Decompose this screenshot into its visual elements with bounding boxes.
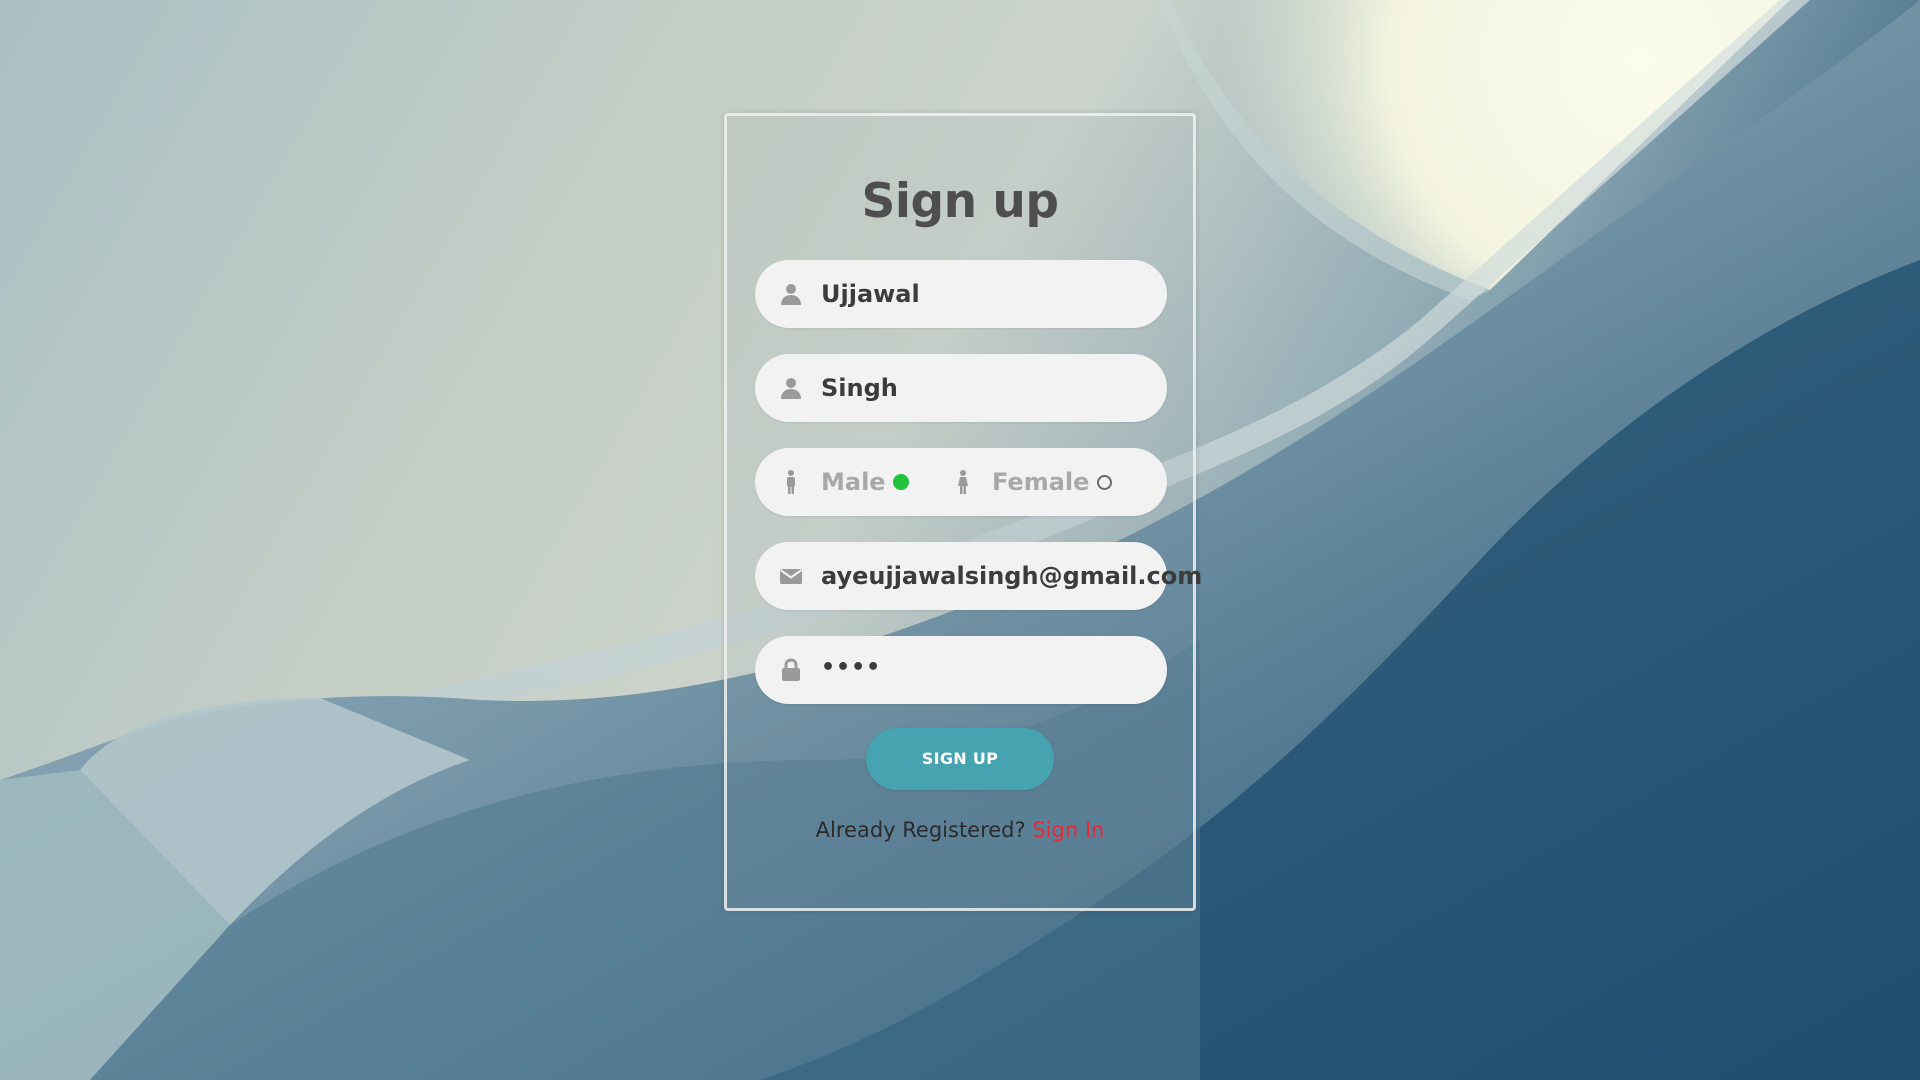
gender-male-radio[interactable] xyxy=(893,474,909,490)
envelope-icon xyxy=(779,564,803,588)
first-name-value[interactable]: Ujjawal xyxy=(821,260,920,328)
already-registered-text: Already Registered? xyxy=(815,818,1033,842)
female-icon xyxy=(957,470,981,494)
signup-card: Sign up Ujjawal Singh Male Female ayeujj… xyxy=(724,113,1202,911)
sign-up-button[interactable]: SIGN UP xyxy=(866,728,1054,790)
gender-male-label: Male xyxy=(821,468,886,496)
email-field[interactable]: ayeujjawalsingh@gmail.com xyxy=(755,542,1202,610)
page-title: Sign up xyxy=(861,174,1059,229)
password-field[interactable]: •••• xyxy=(755,636,1167,704)
first-name-field[interactable]: Ujjawal xyxy=(755,260,1167,328)
gender-female-radio[interactable] xyxy=(1097,475,1112,490)
last-name-field[interactable]: Singh xyxy=(755,354,1167,422)
last-name-value[interactable]: Singh xyxy=(821,354,898,422)
lock-icon xyxy=(779,658,803,682)
sign-in-link[interactable]: Sign In xyxy=(1032,818,1104,842)
gender-female-label: Female xyxy=(992,468,1090,496)
email-value[interactable]: ayeujjawalsingh@gmail.com xyxy=(821,542,1202,610)
user-icon xyxy=(779,376,803,400)
male-icon xyxy=(785,470,809,494)
gender-field: Male Female xyxy=(755,448,1167,516)
password-value[interactable]: •••• xyxy=(821,634,881,702)
footer: Already Registered? Sign In xyxy=(727,818,1193,842)
user-icon xyxy=(779,282,803,306)
